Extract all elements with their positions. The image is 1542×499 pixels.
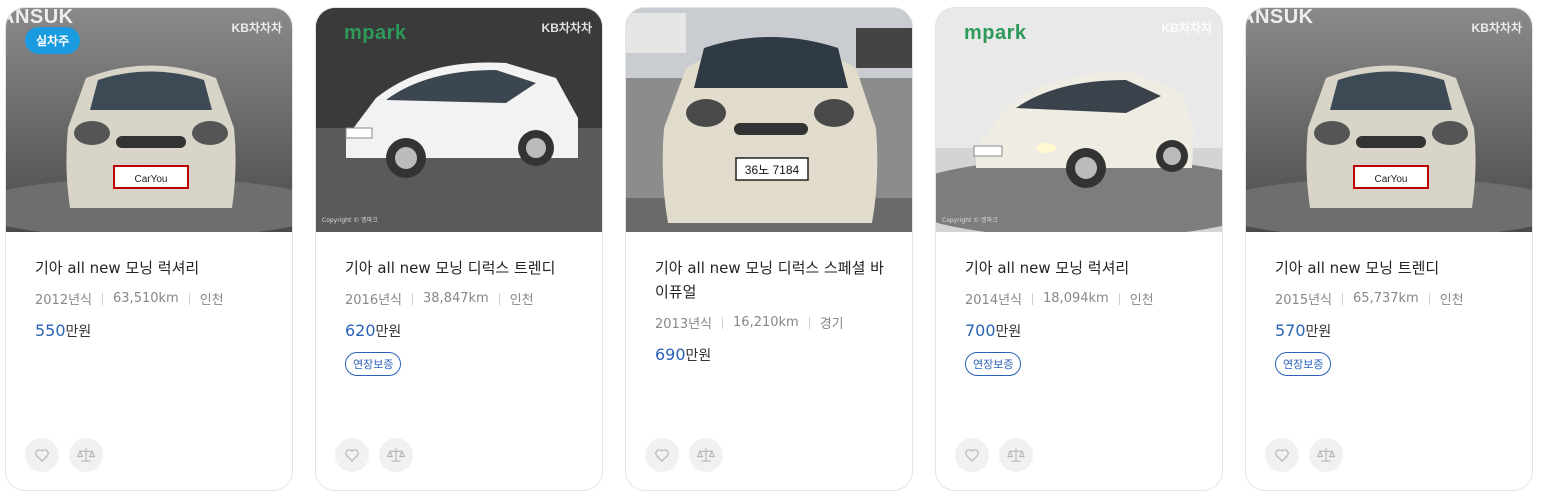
car-region: 인천 [199,293,224,308]
divider [412,292,414,305]
divider [498,292,500,305]
scale-icon [1317,448,1335,462]
compare-button[interactable] [379,438,413,472]
price-unit: 만원 [685,348,712,364]
car-year: 2015년식 [1275,293,1333,308]
owner-badge: 실차주 [25,27,81,54]
dealer-logo: ANSUK [6,8,74,28]
car-photo[interactable]: CarYou ANSUK KB차차차 [1246,8,1532,232]
kb-logo: KB차차차 [231,21,282,35]
heart-icon [1275,449,1289,462]
photo-copyright: Copyright © 엠파크 [322,217,378,224]
car-meta: 2012년식 63,510km 인천 [35,289,276,308]
car-mileage: 38,847km [423,291,489,306]
kb-logo: KB차차차 [1161,21,1212,35]
compare-button[interactable] [999,438,1033,472]
price-number: 550 [35,321,66,340]
scale-icon [697,448,715,462]
price-unit: 만원 [995,324,1022,340]
car-region: 인천 [1439,293,1464,308]
like-button[interactable] [1265,438,1299,472]
car-region: 인천 [1129,293,1154,308]
car-title[interactable]: 기아 all new 모닝 트렌디 [1275,256,1516,280]
car-photo[interactable]: mpark KB차차차 Copyright © 엠파크 [316,8,602,232]
divider [808,316,810,329]
car-year: 2013년식 [655,317,713,332]
dealer-logo: ANSUK [1246,8,1314,28]
car-card[interactable]: CarYou ANSUK KB차차차 실차주 기아 all new 모닝 럭셔리… [5,7,293,491]
plate-text: CarYou [135,174,168,185]
car-year: 2016년식 [345,293,403,308]
car-mileage: 63,510km [113,291,179,306]
scale-icon [77,448,95,462]
warranty-badge: 연장보증 [1275,352,1332,376]
car-meta: 2016년식 38,847km 인천 [345,289,586,308]
car-price: 700만원 [965,321,1206,341]
plate-text: 36노 7184 [745,163,800,177]
car-photo[interactable]: 36노 7184 [626,8,912,232]
price-unit: 만원 [1305,324,1332,340]
car-region: 경기 [819,317,844,332]
compare-button[interactable] [1309,438,1343,472]
divider [1032,292,1034,305]
car-card[interactable]: CarYou ANSUK KB차차차 기아 all new 모닝 트렌디 201… [1245,7,1533,491]
divider [1342,292,1344,305]
price-number: 700 [965,321,996,340]
car-photo[interactable]: mpark KB차차차 Copyright © 엠파크 [936,8,1222,232]
plate-text: CarYou [1375,174,1408,185]
car-year: 2012년식 [35,293,93,308]
car-card[interactable]: 36노 7184 기아 all new 모닝 디럭스 스페셜 바이퓨얼 2013… [625,7,913,491]
like-button[interactable] [335,438,369,472]
scale-icon [1007,448,1025,462]
price-number: 570 [1275,321,1306,340]
car-mileage: 18,094km [1043,291,1109,306]
car-mileage: 65,737km [1353,291,1419,306]
car-year: 2014년식 [965,293,1023,308]
divider [1428,292,1430,305]
car-card[interactable]: mpark KB차차차 Copyright © 엠파크 기아 all new 모… [315,7,603,491]
car-title[interactable]: 기아 all new 모닝 럭셔리 [965,256,1206,280]
car-title[interactable]: 기아 all new 모닝 디럭스 스페셜 바이퓨얼 [655,256,896,304]
price-unit: 만원 [375,324,402,340]
divider [188,292,190,305]
heart-icon [345,449,359,462]
price-number: 620 [345,321,376,340]
warranty-badge: 연장보증 [965,352,1022,376]
car-region: 인천 [509,293,534,308]
dealer-logo: mpark [344,22,407,44]
car-meta: 2013년식 16,210km 경기 [655,313,896,332]
car-meta: 2015년식 65,737km 인천 [1275,289,1516,308]
kb-logo: KB차차차 [541,21,592,35]
car-card[interactable]: mpark KB차차차 Copyright © 엠파크 기아 all new 모… [935,7,1223,491]
car-price: 550만원 [35,321,276,341]
heart-icon [655,449,669,462]
divider [102,292,104,305]
car-meta: 2014년식 18,094km 인천 [965,289,1206,308]
dealer-logo: mpark [964,22,1027,44]
compare-button[interactable] [689,438,723,472]
car-price: 620만원 [345,321,586,341]
like-button[interactable] [645,438,679,472]
like-button[interactable] [25,438,59,472]
heart-icon [35,449,49,462]
photo-copyright: Copyright © 엠파크 [942,217,998,224]
scale-icon [387,448,405,462]
warranty-badge: 연장보증 [345,352,402,376]
compare-button[interactable] [69,438,103,472]
car-price: 690만원 [655,345,896,365]
heart-icon [965,449,979,462]
car-title[interactable]: 기아 all new 모닝 럭셔리 [35,256,276,280]
divider [722,316,724,329]
car-mileage: 16,210km [733,315,799,330]
kb-logo: KB차차차 [1471,21,1522,35]
divider [1118,292,1120,305]
price-number: 690 [655,345,686,364]
car-title[interactable]: 기아 all new 모닝 디럭스 트렌디 [345,256,586,280]
car-photo[interactable]: CarYou ANSUK KB차차차 실차주 [6,8,292,232]
car-price: 570만원 [1275,321,1516,341]
price-unit: 만원 [65,324,92,340]
like-button[interactable] [955,438,989,472]
